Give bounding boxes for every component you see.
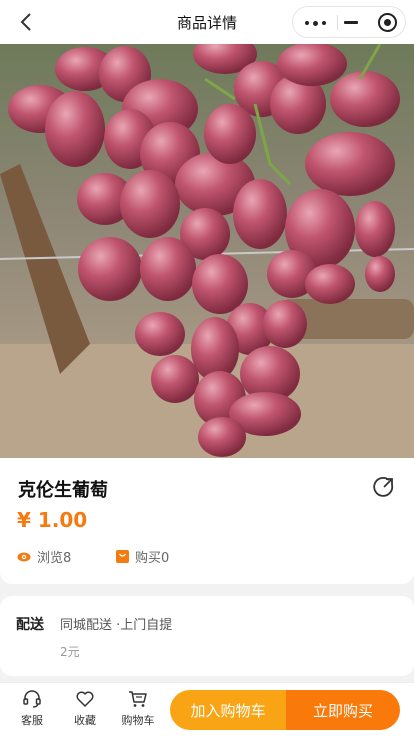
purchase-count-label: 购买0 (135, 551, 170, 566)
eye-icon (17, 552, 31, 561)
cart-icon (129, 691, 147, 707)
purchase-count: 购买0 (116, 547, 169, 566)
favorite-button[interactable]: 收藏 (65, 689, 105, 728)
capsule-divider (337, 15, 338, 30)
close-mini-program-icon[interactable] (378, 13, 397, 32)
mini-program-capsule (292, 6, 406, 38)
product-name: 克伦生葡萄 (18, 480, 108, 501)
bottom-action-bar: 客服 收藏 购物车 加入购物车 立即购买 (0, 682, 414, 736)
product-price: ¥ 1.00 (17, 508, 88, 532)
cart-button[interactable]: 购物车 (118, 689, 158, 728)
share-icon[interactable] (373, 476, 395, 498)
add-to-cart-button[interactable]: 加入购物车 (170, 690, 286, 730)
shopping-bag-icon (116, 550, 129, 563)
product-info-card: 克伦生葡萄 ¥ 1.00 浏览8 购买0 (0, 458, 414, 584)
customer-service-button[interactable]: 客服 (12, 689, 52, 728)
delivery-fee: 2元 (60, 645, 80, 659)
nav-bar: 商品详情 (0, 0, 414, 44)
heart-icon (76, 691, 94, 707)
delivery-methods: 同城配送 ·上门自提 (60, 618, 173, 633)
customer-service-label: 客服 (21, 714, 43, 727)
cart-label: 购物车 (121, 714, 155, 727)
minimize-icon[interactable] (344, 21, 358, 24)
grape-photo (0, 44, 414, 458)
more-options-icon[interactable] (305, 20, 326, 26)
delivery-label: 配送 (16, 617, 44, 633)
headset-icon (23, 690, 41, 708)
view-count: 浏览8 (17, 547, 71, 566)
favorite-label: 收藏 (74, 714, 96, 727)
buy-now-button[interactable]: 立即购买 (286, 690, 400, 730)
product-image (0, 44, 414, 458)
view-count-label: 浏览8 (37, 551, 72, 566)
delivery-card[interactable]: 配送 同城配送 ·上门自提 2元 (0, 596, 414, 676)
